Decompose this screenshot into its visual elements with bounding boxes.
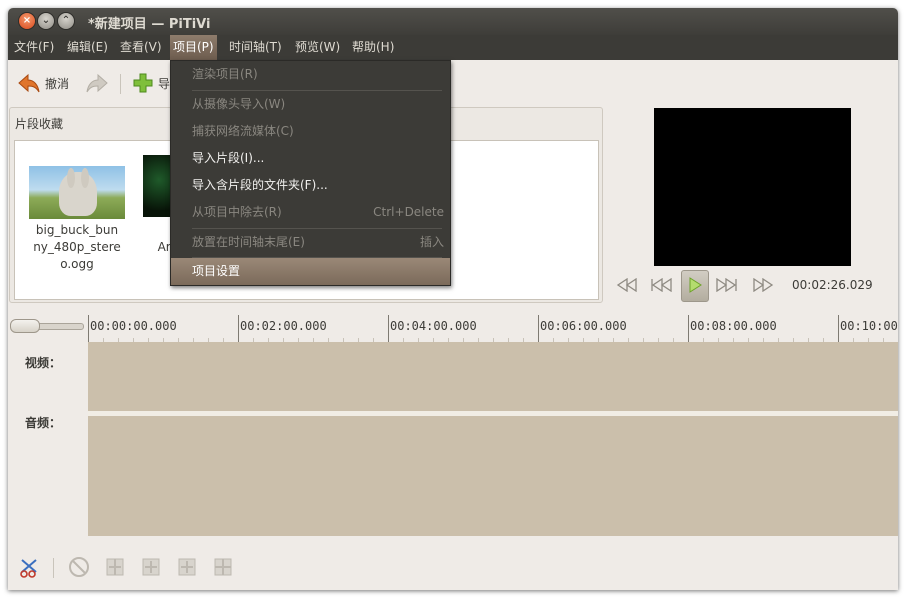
skip-forward-icon	[716, 277, 737, 293]
menu-bar: 文件(F) 编辑(E) 查看(V) 项目(P) 时间轴(T) 预览(W) 帮助(…	[8, 35, 898, 60]
audio-track-label: 音频：	[25, 416, 62, 430]
timeline-tracks	[88, 342, 898, 536]
track-labels: 视频： 音频：	[8, 342, 88, 536]
ruler-label: 00:10:00	[840, 319, 898, 333]
ruler-label: 00:02:00.000	[240, 319, 327, 333]
menu-timeline[interactable]: 时间轴(T)	[226, 35, 285, 60]
menu-item-import-clips[interactable]: 导入片段(I)...	[171, 145, 450, 172]
toolbar-separator	[53, 558, 54, 578]
fast-forward-icon	[753, 277, 774, 293]
menu-item-place-at-end[interactable]: 放置在时间轴末尾(E) 插入	[171, 229, 450, 256]
project-menu-dropdown: 渲染项目(R) 从摄像头导入(W) 捕获网络流媒体(C) 导入片段(I)... …	[170, 60, 451, 286]
timeline-ruler-row: 00:00:00.000 00:02:00.000 00:04:00.000 0…	[8, 311, 898, 344]
video-track-label: 视频：	[25, 356, 62, 370]
menu-file[interactable]: 文件(F)	[11, 35, 57, 60]
bunny-image	[59, 168, 97, 216]
toolbar-separator	[120, 74, 121, 94]
split-scissors-icon[interactable]	[18, 556, 40, 578]
import-clips-button[interactable]: 导	[132, 70, 170, 96]
clip-name: big_buck_bun ny_480p_stere o.ogg	[33, 223, 121, 271]
align-icon[interactable]	[212, 556, 234, 578]
zoom-slider-knob[interactable]	[10, 319, 40, 333]
rewind-button[interactable]	[614, 270, 640, 300]
import-label: 导	[158, 76, 171, 91]
menu-item-render-project[interactable]: 渲染项目(R)	[171, 61, 450, 88]
timeline-ruler[interactable]: 00:00:00.000 00:02:00.000 00:04:00.000 0…	[88, 311, 898, 344]
skip-forward-button[interactable]	[714, 270, 740, 300]
title-bar: × ⌄ ⌃ *新建项目 — PiTiVi	[8, 8, 898, 35]
skip-back-button[interactable]	[648, 270, 674, 300]
maximize-window-button[interactable]: ⌃	[58, 13, 74, 29]
menu-help[interactable]: 帮助(H)	[349, 35, 397, 60]
video-viewer	[654, 108, 851, 266]
minimize-window-button[interactable]: ⌄	[38, 13, 54, 29]
play-button[interactable]	[681, 270, 709, 302]
fast-forward-button[interactable]	[750, 270, 776, 300]
menu-edit[interactable]: 编辑(E)	[64, 35, 111, 60]
play-icon	[689, 277, 702, 293]
video-track[interactable]	[88, 342, 898, 411]
clip-library-title: 片段收藏	[15, 117, 64, 131]
undo-arrow-icon	[18, 73, 40, 93]
ungroup-icon[interactable]	[176, 556, 198, 578]
window-title: *新建项目 — PiTiVi	[88, 17, 211, 32]
menu-project[interactable]: 项目(P)	[170, 35, 217, 60]
ruler-label: 00:08:00.000	[690, 319, 777, 333]
skip-back-icon	[651, 277, 672, 293]
menu-item-remove-from-project[interactable]: 从项目中除去(R) Ctrl+Delete	[171, 199, 450, 226]
menu-item-project-settings[interactable]: 项目设置	[171, 258, 450, 285]
app-window: × ⌄ ⌃ *新建项目 — PiTiVi 文件(F) 编辑(E) 查看(V) 项…	[8, 8, 898, 590]
undo-label: 撤消	[45, 76, 70, 91]
rewind-icon	[616, 277, 637, 293]
redo-button[interactable]	[85, 70, 109, 96]
close-window-button[interactable]: ×	[19, 13, 35, 29]
audio-track[interactable]	[88, 416, 898, 536]
plus-icon	[133, 73, 153, 93]
redo-arrow-icon	[86, 73, 108, 93]
menu-preview[interactable]: 预览(W)	[292, 35, 343, 60]
menu-view[interactable]: 查看(V)	[117, 35, 165, 60]
undo-button[interactable]: 撤消	[17, 70, 69, 96]
timeline-toolbar	[8, 546, 898, 590]
ruler-label: 00:06:00.000	[540, 319, 627, 333]
clip-thumbnail[interactable]	[29, 166, 125, 219]
timecode-display: 00:02:26.029	[792, 278, 873, 292]
main-toolbar: 撤消 导	[8, 60, 898, 104]
menu-item-import-from-webcam[interactable]: 从摄像头导入(W)	[171, 91, 450, 118]
menu-item-import-folder[interactable]: 导入含片段的文件夹(F)...	[171, 172, 450, 199]
group-icon[interactable]	[140, 556, 162, 578]
unlink-icon[interactable]	[68, 556, 90, 578]
link-icon[interactable]	[104, 556, 126, 578]
ruler-label: 00:00:00.000	[90, 319, 177, 333]
menu-item-capture-stream[interactable]: 捕获网络流媒体(C)	[171, 118, 450, 145]
ruler-label: 00:04:00.000	[390, 319, 477, 333]
